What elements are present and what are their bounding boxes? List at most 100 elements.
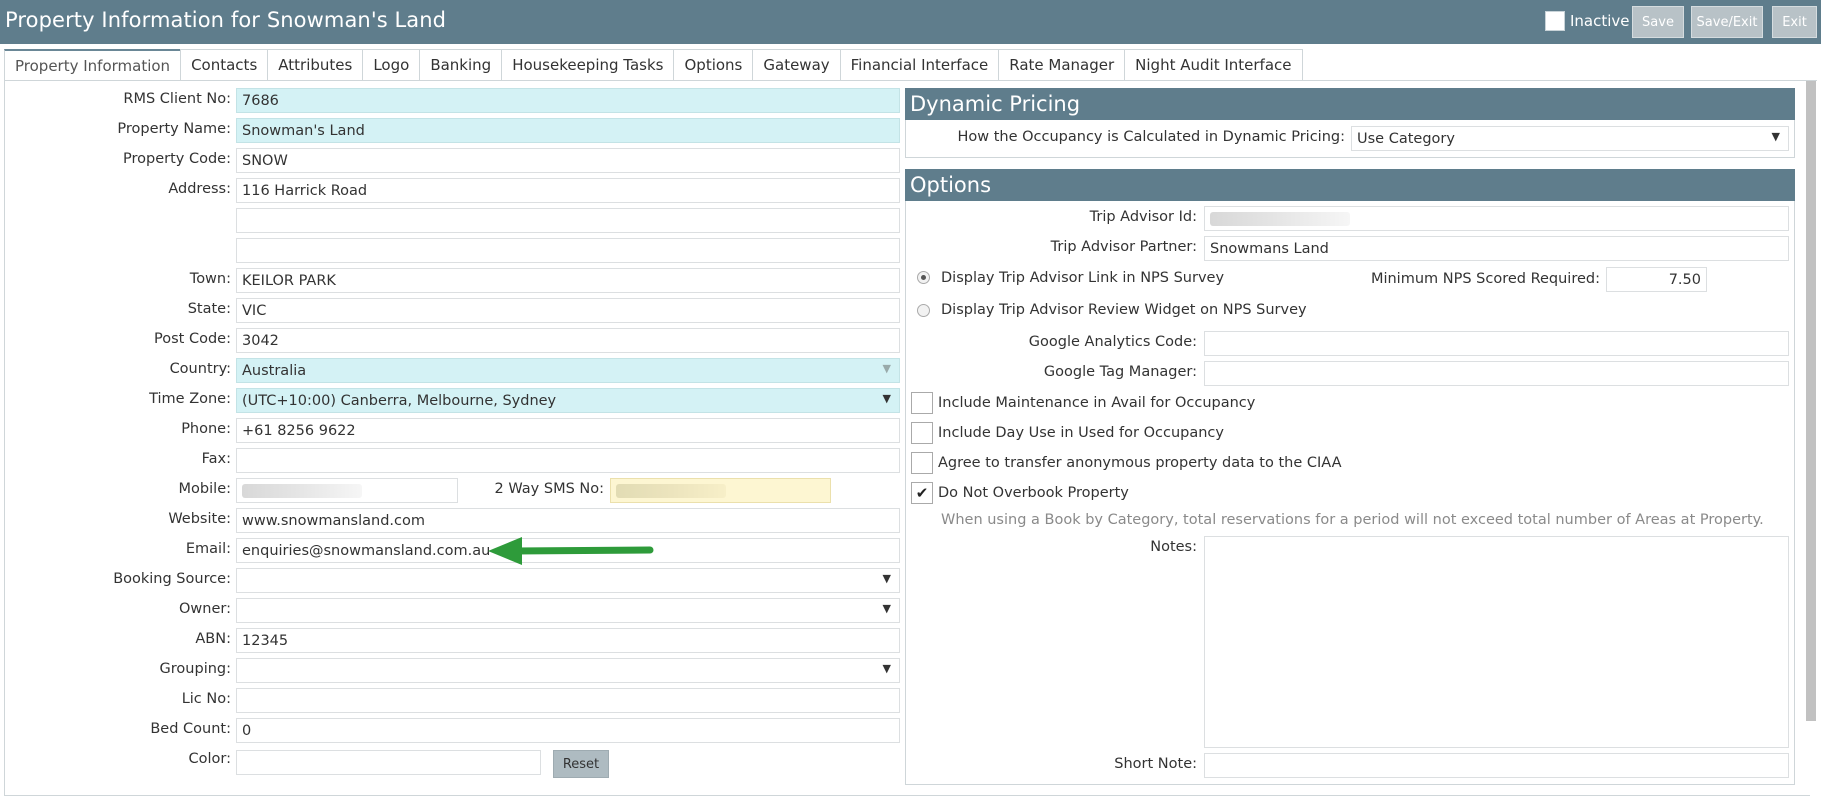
- maintenance-label: Include Maintenance in Avail for Occupan…: [938, 395, 1256, 411]
- annotation-arrow-icon: [488, 537, 654, 565]
- ciaa-checkbox[interactable]: [911, 452, 933, 474]
- time-zone-select[interactable]: (UTC+10:00) Canberra, Melbourne, Sydney …: [236, 388, 900, 413]
- tab-financial-interface[interactable]: Financial Interface: [839, 49, 1000, 80]
- owner-select[interactable]: ▼: [236, 598, 900, 623]
- trip-advisor-id-field[interactable]: [1204, 206, 1789, 231]
- abn-field[interactable]: 12345: [236, 628, 900, 653]
- two-way-sms-field[interactable]: [610, 478, 831, 503]
- trip-advisor-partner-field[interactable]: Snowmans Land: [1204, 236, 1789, 261]
- tab-rate-manager[interactable]: Rate Manager: [998, 49, 1126, 80]
- address-label: Address:: [168, 181, 231, 197]
- address-line1-field[interactable]: 116 Harrick Road: [236, 178, 900, 203]
- day-use-checkbox[interactable]: [911, 422, 933, 444]
- tab-contacts[interactable]: Contacts: [180, 49, 269, 80]
- maintenance-checkbox[interactable]: [911, 392, 933, 414]
- tab-night-audit-interface[interactable]: Night Audit Interface: [1124, 49, 1303, 80]
- property-code-label: Property Code:: [123, 151, 231, 167]
- trip-advisor-widget-label: Display Trip Advisor Review Widget on NP…: [941, 302, 1307, 318]
- save-button[interactable]: Save: [1632, 6, 1684, 38]
- country-value: Australia: [242, 362, 307, 379]
- property-code-field[interactable]: SNOW: [236, 148, 900, 173]
- overbook-hint: When using a Book by Category, total res…: [941, 512, 1764, 528]
- website-field[interactable]: www.snowmansland.com: [236, 508, 900, 533]
- redacted-mobile: [242, 483, 362, 498]
- occupancy-calc-value: Use Category: [1357, 130, 1455, 147]
- redacted-trip-advisor-id: [1210, 211, 1350, 226]
- tab-attributes[interactable]: Attributes: [267, 49, 364, 80]
- website-label: Website:: [168, 511, 231, 527]
- ciaa-label: Agree to transfer anonymous property dat…: [938, 455, 1342, 471]
- exit-button[interactable]: Exit: [1772, 6, 1817, 38]
- town-field[interactable]: KEILOR PARK: [236, 268, 900, 293]
- min-nps-field[interactable]: 7.50: [1606, 267, 1707, 292]
- tab-options[interactable]: Options: [673, 49, 754, 80]
- mobile-label: Mobile:: [178, 481, 231, 497]
- booking-source-label: Booking Source:: [113, 571, 231, 587]
- property-name-field[interactable]: Snowman's Land: [236, 118, 900, 143]
- fax-label: Fax:: [201, 451, 231, 467]
- inactive-checkbox[interactable]: [1545, 11, 1565, 31]
- bed-count-field[interactable]: 0: [236, 718, 900, 743]
- tab-bar: Property Information Contacts Attributes…: [4, 49, 1303, 81]
- phone-label: Phone:: [181, 421, 231, 437]
- save-exit-button[interactable]: Save/Exit: [1691, 6, 1763, 38]
- trip-advisor-link-label: Display Trip Advisor Link in NPS Survey: [941, 270, 1225, 286]
- tab-gateway[interactable]: Gateway: [752, 49, 841, 80]
- post-code-field[interactable]: 3042: [236, 328, 900, 353]
- short-note-label: Short Note:: [1114, 756, 1197, 772]
- dynamic-pricing-header: Dynamic Pricing: [905, 88, 1795, 120]
- tab-logo[interactable]: Logo: [362, 49, 421, 80]
- color-field[interactable]: [236, 750, 541, 775]
- checkmark-icon: ✔: [915, 484, 929, 502]
- bed-count-label: Bed Count:: [150, 721, 231, 737]
- day-use-label: Include Day Use in Used for Occupancy: [938, 425, 1224, 441]
- overbook-label: Do Not Overbook Property: [938, 485, 1129, 501]
- chevron-down-icon: ▼: [882, 662, 891, 675]
- notes-textarea[interactable]: [1204, 536, 1789, 748]
- email-label: Email:: [185, 541, 231, 557]
- property-name-label: Property Name:: [117, 121, 231, 137]
- address-line2-field[interactable]: [236, 208, 900, 233]
- occupancy-calc-label: How the Occupancy is Calculated in Dynam…: [957, 129, 1345, 145]
- time-zone-label: Time Zone:: [149, 391, 231, 407]
- trip-advisor-partner-label: Trip Advisor Partner:: [1050, 239, 1197, 255]
- inactive-label: Inactive: [1570, 12, 1630, 30]
- mobile-field[interactable]: [236, 478, 458, 503]
- tab-property-information[interactable]: Property Information: [4, 49, 182, 81]
- fax-field[interactable]: [236, 448, 900, 473]
- grouping-select[interactable]: ▼: [236, 658, 900, 683]
- chevron-down-icon: ▼: [1771, 130, 1780, 143]
- town-label: Town:: [189, 271, 231, 287]
- min-nps-label: Minimum NPS Scored Required:: [1370, 271, 1600, 287]
- notes-label: Notes:: [1150, 539, 1197, 555]
- lic-no-field[interactable]: [236, 688, 900, 713]
- country-select[interactable]: Australia ▼: [236, 358, 900, 383]
- abn-label: ABN:: [195, 631, 231, 647]
- chevron-down-icon: ▼: [882, 602, 891, 615]
- page-title: Property Information for Snowman's Land: [5, 8, 447, 32]
- state-field[interactable]: VIC: [236, 298, 900, 323]
- reset-button[interactable]: Reset: [553, 750, 609, 778]
- tab-banking[interactable]: Banking: [419, 49, 503, 80]
- time-zone-value: (UTC+10:00) Canberra, Melbourne, Sydney: [242, 392, 557, 409]
- google-analytics-field[interactable]: [1204, 331, 1789, 356]
- phone-field[interactable]: +61 8256 9622: [236, 418, 900, 443]
- rms-client-no-field[interactable]: 7686: [236, 88, 900, 113]
- vertical-scrollbar[interactable]: [1806, 81, 1816, 721]
- occupancy-calc-select[interactable]: Use Category ▼: [1351, 126, 1789, 151]
- short-note-field[interactable]: [1204, 753, 1789, 778]
- options-header: Options: [905, 169, 1795, 201]
- grouping-label: Grouping:: [159, 661, 231, 677]
- google-tag-manager-label: Google Tag Manager:: [1043, 364, 1197, 380]
- redacted-sms: [616, 483, 726, 498]
- color-label: Color:: [188, 751, 232, 767]
- rms-client-no-label: RMS Client No:: [123, 91, 231, 107]
- google-tag-manager-field[interactable]: [1204, 361, 1789, 386]
- radio-trip-advisor-link[interactable]: [917, 271, 930, 284]
- overbook-checkbox[interactable]: ✔: [911, 482, 933, 504]
- radio-trip-advisor-widget[interactable]: [917, 304, 930, 317]
- booking-source-select[interactable]: ▼: [236, 568, 900, 593]
- address-line3-field[interactable]: [236, 238, 900, 263]
- tab-housekeeping-tasks[interactable]: Housekeeping Tasks: [501, 49, 675, 80]
- post-code-label: Post Code:: [154, 331, 231, 347]
